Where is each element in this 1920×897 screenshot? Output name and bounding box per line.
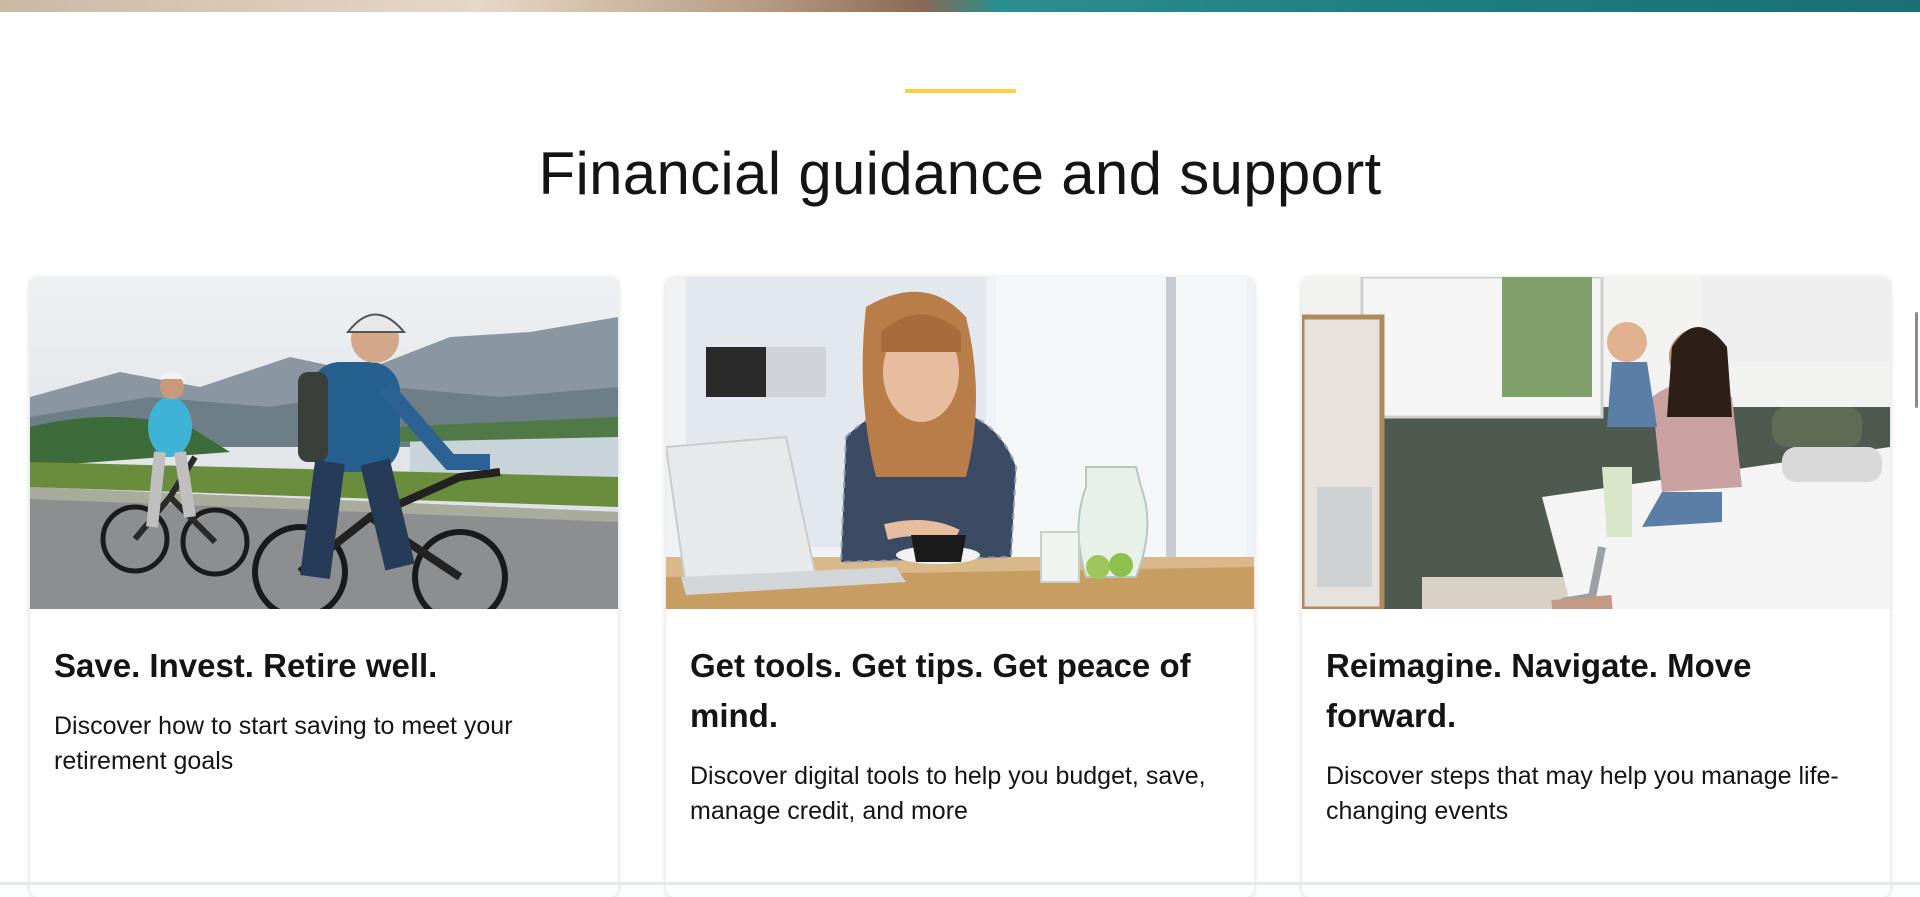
card-title[interactable]: Save. Invest. Retire well.	[54, 641, 594, 691]
card-get-tools-tips[interactable]: Get tools. Get tips. Get peace of mind. …	[666, 277, 1254, 897]
section-title: Financial guidance and support	[538, 140, 1382, 207]
card-save-invest-retire[interactable]: Save. Invest. Retire well. Discover how …	[30, 277, 618, 897]
card-image-mother-child	[1302, 277, 1890, 609]
cyclists-photo-icon	[30, 277, 618, 609]
mother-child-photo-icon	[1302, 277, 1890, 609]
card-image-woman-laptop	[666, 277, 1254, 609]
section-accent-line	[905, 89, 1016, 93]
card-title[interactable]: Get tools. Get tips. Get peace of mind.	[690, 641, 1230, 741]
card-image-cyclists	[30, 277, 618, 609]
card-title[interactable]: Reimagine. Navigate. Move forward.	[1326, 641, 1866, 741]
card-description: Discover digital tools to help you budge…	[690, 762, 1206, 825]
card-description: Discover steps that may help you manage …	[1326, 762, 1839, 825]
card-reimagine-navigate[interactable]: Reimagine. Navigate. Move forward. Disco…	[1302, 277, 1890, 897]
hero-image-bottom-edge	[0, 0, 1920, 12]
scrollbar-thumb[interactable]	[1915, 312, 1918, 408]
card-description: Discover how to start saving to meet you…	[54, 712, 513, 775]
woman-laptop-photo-icon	[666, 277, 1254, 609]
